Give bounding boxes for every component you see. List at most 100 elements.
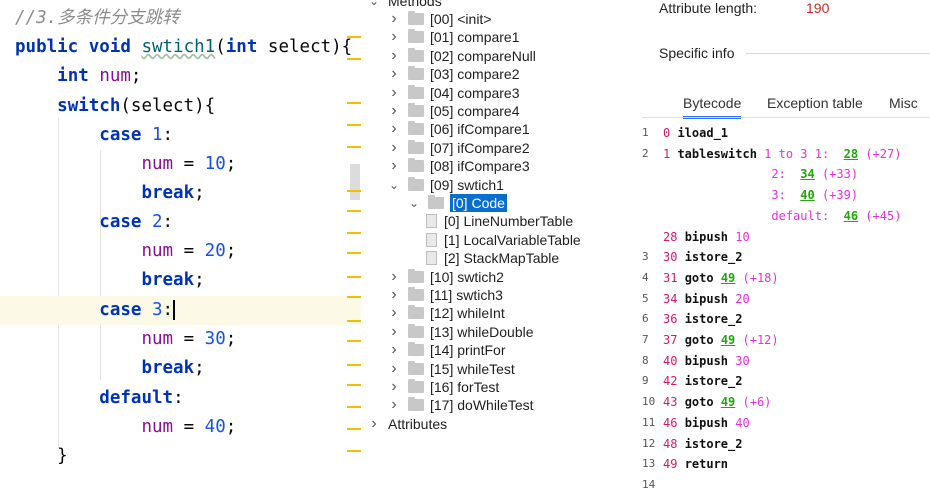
chevron-right-icon[interactable]: › (388, 304, 400, 321)
tree-node[interactable]: › [00] <init> (388, 10, 491, 28)
code-token: : (162, 300, 174, 320)
tree-node[interactable]: › [10] swtich2 (388, 268, 504, 286)
bytecode-token: (+6) (735, 395, 772, 410)
chevron-down-icon[interactable]: ⌄ (368, 0, 380, 8)
code-token: 1 (151, 125, 163, 145)
chevron-right-icon[interactable]: › (388, 286, 400, 303)
tree-node[interactable]: [2] StackMapTable (426, 249, 559, 267)
code-line[interactable]: break; (0, 354, 204, 383)
bytecode-token: (+45) (858, 208, 902, 223)
chevron-down-icon[interactable]: ⌄ (408, 196, 420, 210)
code-line[interactable]: case 1: (0, 121, 173, 150)
jump-target-link[interactable]: 49 (721, 395, 735, 409)
code-line[interactable]: case 3: (0, 296, 361, 325)
tree-node[interactable]: › [14] printFor (388, 341, 505, 359)
bytecode-instruction: 30 istore_2 (663, 250, 742, 264)
chevron-right-icon[interactable]: › (388, 341, 400, 358)
change-marker (347, 252, 361, 254)
chevron-right-icon[interactable]: › (368, 415, 380, 432)
code-line[interactable]: public void swtich1(int select){ (0, 33, 352, 62)
bytecode-line: 7 37 goto 49 (+12) (642, 330, 779, 351)
jump-target-link[interactable]: 46 (844, 209, 858, 223)
chevron-right-icon[interactable]: › (388, 378, 400, 395)
tree-node[interactable]: › [01] compare1 (388, 28, 519, 46)
code-editor[interactable]: //3.多条件分支跳转 public void swtich1(int selec… (0, 0, 362, 494)
bytecode-line: 11 46 bipush 40 (642, 413, 750, 434)
code-line[interactable]: num = 10; (0, 150, 236, 179)
code-line[interactable]: num = 40; (0, 413, 236, 442)
bytecode-line-number: 4 (642, 270, 649, 284)
tree-node[interactable]: › [07] ifCompare2 (388, 139, 529, 157)
class-structure-tree[interactable]: ⌄ Methods › [00] <init> › [01] compare1 › [02… (362, 0, 642, 494)
code-line[interactable]: //3.多条件分支跳转 (0, 4, 180, 33)
bytecode-token: 2: (663, 167, 801, 182)
chevron-right-icon[interactable]: › (388, 102, 400, 119)
chevron-right-icon[interactable]: › (388, 10, 400, 27)
tree-node-selected[interactable]: ⌄ [0] Code (362, 193, 642, 213)
bytecode-line-number: 6 (642, 312, 649, 326)
chevron-right-icon[interactable]: › (388, 157, 400, 174)
specific-info-label: Specific info (659, 45, 735, 61)
chevron-right-icon[interactable]: › (388, 28, 400, 45)
chevron-right-icon[interactable]: › (388, 139, 400, 156)
code-token: num (141, 241, 174, 261)
jump-target-link[interactable]: 34 (800, 167, 814, 181)
tree-node[interactable]: › [04] compare3 (388, 84, 519, 102)
tree-node[interactable]: [0] LineNumberTable (426, 212, 573, 230)
jump-target-link[interactable]: 49 (721, 271, 735, 285)
tree-node[interactable]: ⌄ [09] swtich1 (388, 176, 504, 194)
tree-node[interactable]: › Attributes (368, 415, 447, 433)
change-marker (347, 320, 361, 322)
code-line[interactable]: break; (0, 266, 204, 295)
tree-node[interactable]: › [08] ifCompare3 (388, 157, 529, 175)
code-line[interactable]: } (0, 442, 68, 471)
jump-target-link[interactable]: 28 (844, 147, 858, 161)
tab-exception-table[interactable]: Exception table (767, 94, 863, 116)
bytecode-line-number: 12 (642, 436, 656, 450)
tab-misc[interactable]: Misc (889, 94, 918, 116)
chevron-right-icon[interactable]: › (388, 396, 400, 413)
bytecode-line: 8 40 bipush 30 (642, 351, 750, 372)
chevron-down-icon[interactable]: ⌄ (388, 178, 400, 192)
tree-header-methods[interactable]: ⌄ Methods (368, 0, 442, 10)
chevron-right-icon[interactable]: › (388, 120, 400, 137)
jump-target-link[interactable]: 49 (721, 333, 735, 347)
code-token: : (162, 212, 174, 232)
chevron-right-icon[interactable]: › (388, 268, 400, 285)
tree-node[interactable]: › [05] compare4 (388, 102, 519, 120)
tree-node[interactable]: › [17] doWhileTest (388, 396, 533, 414)
chevron-right-icon[interactable]: › (388, 360, 400, 377)
editor-scrollbar-thumb[interactable] (350, 164, 360, 200)
chevron-right-icon[interactable]: › (388, 323, 400, 340)
chevron-right-icon[interactable]: › (388, 47, 400, 64)
chevron-right-icon[interactable]: › (388, 65, 400, 82)
code-token: 2 (151, 212, 163, 232)
chevron-right-icon[interactable]: › (388, 84, 400, 101)
code-line[interactable]: break; (0, 179, 204, 208)
tree-node[interactable]: › [16] forTest (388, 378, 499, 396)
code-line[interactable]: int num; (0, 62, 141, 91)
code-line[interactable]: num = 20; (0, 237, 236, 266)
tree-node[interactable]: › [06] ifCompare1 (388, 120, 529, 138)
tree-node[interactable]: › [11] swtich3 (388, 286, 503, 304)
folder-icon (408, 29, 424, 44)
code-line[interactable]: switch(select){ (0, 92, 215, 121)
bytecode-token: bipush (684, 353, 736, 368)
code-line[interactable]: default: (0, 384, 183, 413)
folder-icon (408, 397, 424, 412)
folder-icon (408, 287, 424, 301)
tree-node[interactable]: › [15] whileTest (388, 360, 515, 378)
tree-node[interactable]: › [13] whileDouble (388, 323, 533, 341)
tree-node-label: [12] whileInt (430, 305, 505, 322)
tree-node[interactable]: › [12] whileInt (388, 304, 505, 322)
tree-node[interactable]: [1] LocalVariableTable (426, 231, 581, 249)
bytecode-instruction: 43 goto 49 (+6) (663, 395, 771, 409)
tree-node[interactable]: › [02] compareNull (388, 47, 536, 65)
code-line[interactable]: case 2: (0, 208, 173, 237)
jump-target-link[interactable]: 40 (800, 188, 814, 202)
folder-icon (408, 139, 424, 154)
code-line[interactable]: num = 30; (0, 325, 236, 354)
tree-node[interactable]: › [03] compare2 (388, 65, 519, 83)
tab-bytecode[interactable]: Bytecode (683, 94, 742, 119)
bytecode-instruction: 3: 40 (+39) (663, 188, 858, 202)
